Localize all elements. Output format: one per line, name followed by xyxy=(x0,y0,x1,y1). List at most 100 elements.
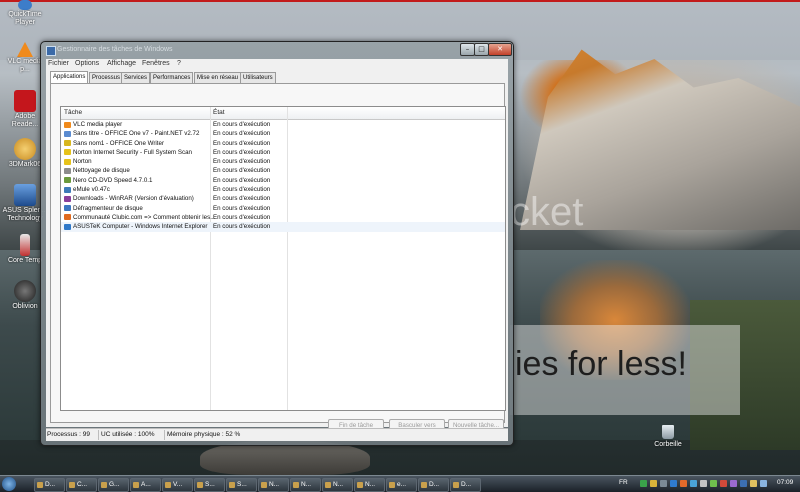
menu-fichier[interactable]: Fichier xyxy=(48,60,69,67)
adobe-reader-icon xyxy=(14,90,36,112)
table-row[interactable]: Downloads - WinRAR (Version d'évaluation… xyxy=(61,194,505,203)
recycle-bin-label: Corbeille xyxy=(654,441,682,448)
taskbar-button[interactable]: D... xyxy=(418,478,449,492)
taskbar-button[interactable]: S... xyxy=(226,478,257,492)
table-row[interactable]: Communauté Clubic.com => Comment obtenir… xyxy=(61,213,505,222)
paintnet-icon xyxy=(64,130,71,137)
clock[interactable]: 07:09 xyxy=(777,479,793,486)
recycle-bin[interactable]: Corbeille xyxy=(650,425,686,448)
taskbar-button[interactable]: N... xyxy=(290,478,321,492)
tab-mise-en-reseau[interactable]: Mise en réseau xyxy=(194,72,242,83)
tray-display-icon[interactable] xyxy=(760,480,767,487)
row-task-name: Norton Internet Security - Full System S… xyxy=(73,148,192,156)
row-task-name: Norton xyxy=(73,158,92,166)
table-row[interactable]: Nettoyage de disque En cours d'exécution xyxy=(61,166,505,175)
status-cpu: UC utilisée : 100% xyxy=(101,431,155,438)
taskbar-button[interactable]: G... xyxy=(98,478,129,492)
tray-network-icon[interactable] xyxy=(640,480,647,487)
row-task-name: Downloads - WinRAR (Version d'évaluation… xyxy=(73,195,194,203)
status-processes: Processus : 99 xyxy=(47,431,90,438)
list-rows: VLC media player En cours d'exécution Sans… xyxy=(61,120,505,232)
quicktime-icon xyxy=(18,0,32,10)
row-status: En cours d'exécution xyxy=(213,158,271,166)
taskbar-button[interactable]: S... xyxy=(194,478,225,492)
tray-bluetooth-icon[interactable] xyxy=(740,480,747,487)
table-row[interactable]: ASUSTeK Computer - Windows Internet Expl… xyxy=(61,222,505,232)
menu-options[interactable]: Options xyxy=(75,60,99,67)
table-row[interactable]: Sans nom1 - OFFICE One Writer En cours d'… xyxy=(61,139,505,148)
menu-fenetres[interactable]: Fenêtres xyxy=(142,60,170,67)
taskbar-button[interactable]: A... xyxy=(130,478,161,492)
tray-security-icon[interactable] xyxy=(720,480,727,487)
tray-volume-icon[interactable] xyxy=(660,480,667,487)
taskbar-button-label: A... xyxy=(141,481,151,488)
maximize-button[interactable]: □ xyxy=(474,43,489,56)
tab-performances[interactable]: Performances xyxy=(150,72,194,83)
taskbar-button-label: e... xyxy=(397,481,407,488)
column-header-status[interactable]: État xyxy=(213,109,225,116)
row-task-name: Nero CD-DVD Speed 4.7.0.1 xyxy=(73,176,153,184)
tray-emule-icon[interactable] xyxy=(710,480,717,487)
tab-utilisateurs[interactable]: Utilisateurs xyxy=(240,72,276,83)
taskbar-button-label: N... xyxy=(269,481,280,488)
row-task-name: ASUSTeK Computer - Windows Internet Expl… xyxy=(73,223,208,231)
desktop-icon-quicktime[interactable]: QuickTime Player xyxy=(2,0,48,27)
tab-services[interactable]: Services xyxy=(121,72,151,83)
tray-asus-icon[interactable] xyxy=(670,480,677,487)
table-row[interactable]: Sans titre - OFFICE One v7 - Paint.NET v… xyxy=(61,129,505,138)
taskbar-button-label: D... xyxy=(461,481,472,488)
tray-coretemp-icon[interactable] xyxy=(750,480,757,487)
taskbar-button[interactable]: V... xyxy=(162,478,193,492)
menu-affichage[interactable]: Affichage xyxy=(107,60,136,67)
table-row[interactable]: Défragmenteur de disque En cours d'exécut… xyxy=(61,204,505,213)
status-divider xyxy=(164,430,165,440)
column-header-task[interactable]: Tâche xyxy=(64,109,82,116)
taskbar-button[interactable]: N... xyxy=(258,478,289,492)
start-button[interactable] xyxy=(2,477,16,491)
tray-misc-icon[interactable] xyxy=(730,480,737,487)
taskbar-button[interactable]: C... xyxy=(66,478,97,492)
recycle-bin-icon xyxy=(662,425,674,439)
table-row[interactable]: Norton Internet Security - Full System S… xyxy=(61,148,505,157)
row-task-name: Sans nom1 - OFFICE One Writer xyxy=(73,139,165,147)
tray-update-icon[interactable] xyxy=(690,480,697,487)
task-manager-icon xyxy=(46,46,56,56)
window-client: Applications Processus Services Performa… xyxy=(46,69,508,432)
taskbar-button[interactable]: D... xyxy=(34,478,65,492)
taskbar-button[interactable]: D... xyxy=(450,478,481,492)
taskbar-button[interactable]: e... xyxy=(386,478,417,492)
taskbar-button[interactable]: N... xyxy=(354,478,385,492)
taskbar-app-icon xyxy=(165,482,171,488)
asus-splendid-icon xyxy=(14,184,36,206)
language-indicator[interactable]: FR xyxy=(619,479,628,486)
tray-norton-icon[interactable] xyxy=(650,480,657,487)
desktop-icon-label: Oblivion xyxy=(12,303,38,310)
taskbar-button[interactable]: N... xyxy=(322,478,353,492)
taskbar-app-icon xyxy=(197,482,203,488)
tray-power-icon[interactable] xyxy=(700,480,707,487)
taskbar-app-icon xyxy=(357,482,363,488)
status-bar: Processus : 99 UC utilisée : 100% Mémoir… xyxy=(46,428,508,441)
applications-list[interactable]: Tâche État VLC media player En cours d'ex… xyxy=(60,106,506,411)
tray-vlc-icon[interactable] xyxy=(680,480,687,487)
table-row[interactable]: VLC media player En cours d'exécution xyxy=(61,120,505,129)
row-status: En cours d'exécution xyxy=(213,139,271,147)
taskbar-app-icon xyxy=(261,482,267,488)
norton-icon xyxy=(64,149,71,156)
row-status: En cours d'exécution xyxy=(213,167,271,175)
taskbar-app-icon xyxy=(421,482,427,488)
close-button[interactable]: ✕ xyxy=(488,43,512,56)
minimize-button[interactable]: – xyxy=(460,43,475,56)
table-row[interactable]: Nero CD-DVD Speed 4.7.0.1 En cours d'exéc… xyxy=(61,176,505,185)
taskbar-button-label: N... xyxy=(365,481,376,488)
menu-help[interactable]: ? xyxy=(177,60,181,67)
list-header: Tâche État xyxy=(61,107,505,120)
taskbar-app-icon xyxy=(293,482,299,488)
table-row[interactable]: eMule v0.47c En cours d'exécution xyxy=(61,185,505,194)
firefox-icon xyxy=(64,214,71,221)
taskbar-button-label: S... xyxy=(237,481,247,488)
table-row[interactable]: Norton En cours d'exécution xyxy=(61,157,505,166)
row-status: En cours d'exécution xyxy=(213,223,271,231)
tab-processus[interactable]: Processus xyxy=(89,72,124,83)
row-status: En cours d'exécution xyxy=(213,121,271,128)
